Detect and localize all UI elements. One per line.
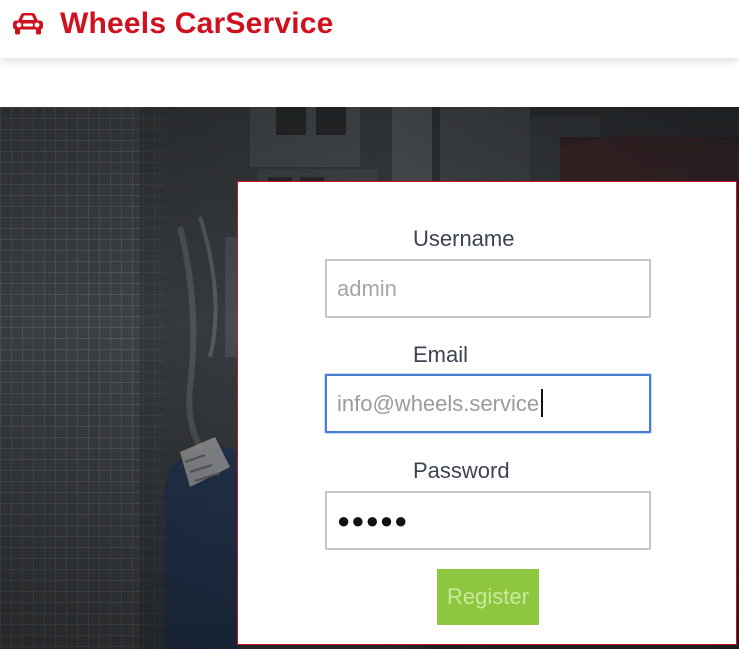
- username-input[interactable]: [325, 259, 651, 318]
- brand-name: Wheels CarService: [60, 7, 334, 40]
- email-label: Email: [413, 342, 469, 367]
- brand-link[interactable]: Wheels CarService: [12, 4, 334, 44]
- car-icon: [12, 11, 44, 37]
- register-button[interactable]: Register: [437, 569, 539, 625]
- header-spacer: [0, 58, 739, 107]
- top-navbar: Wheels CarService: [0, 0, 739, 58]
- email-input[interactable]: [325, 374, 651, 433]
- username-label: Username: [413, 226, 515, 251]
- register-form-card: Username Email Password Register: [237, 181, 737, 645]
- password-input[interactable]: [325, 491, 651, 550]
- text-caret: [541, 389, 543, 417]
- password-label: Password: [413, 458, 510, 483]
